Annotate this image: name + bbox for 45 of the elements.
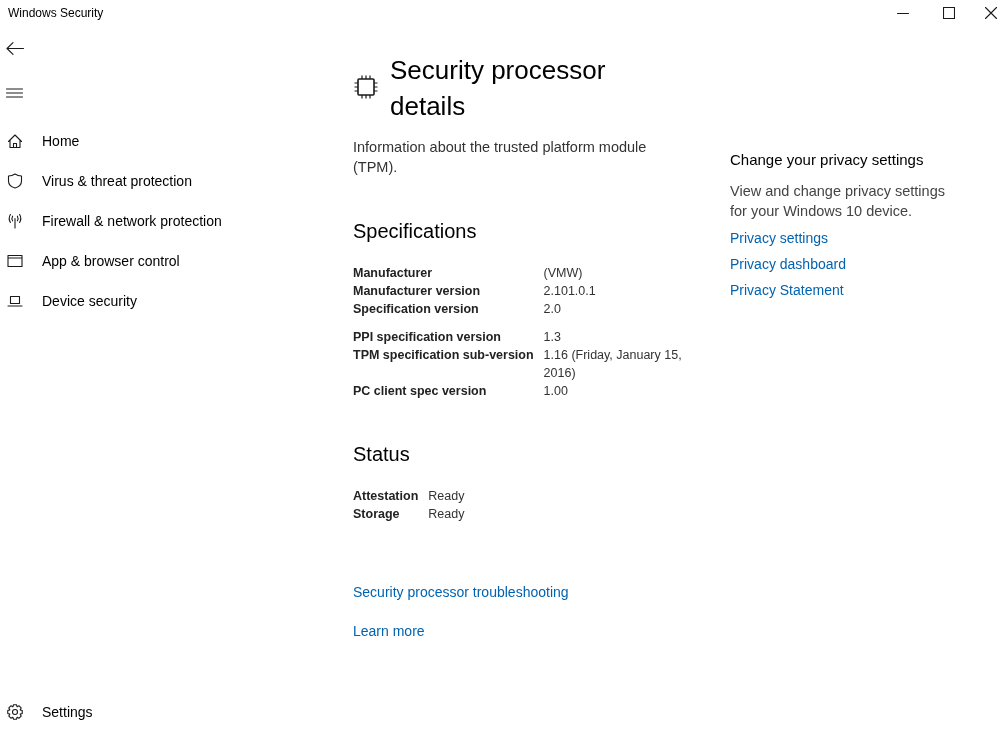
section-heading: Status <box>353 442 411 467</box>
maximize-icon <box>943 7 955 19</box>
browser-window-icon <box>7 253 23 269</box>
property-label: Specification version <box>353 301 480 318</box>
nav-item[interactable]: Virus & threat protection <box>0 161 202 201</box>
close-icon <box>985 7 997 19</box>
page-title: Security processor details <box>390 54 607 123</box>
nav-item[interactable]: Device security <box>0 281 147 321</box>
property-value: Ready <box>428 506 466 523</box>
home-icon <box>7 133 23 149</box>
link[interactable]: Privacy settings <box>730 228 829 248</box>
nav-item[interactable]: Home <box>0 121 90 161</box>
link[interactable]: Privacy Statement <box>730 280 844 300</box>
menu-icon <box>6 88 23 98</box>
property-value: 2.101.0.1 <box>543 283 597 300</box>
window-title: Windows Security <box>7 5 104 22</box>
property-value: (VMW) <box>543 265 584 282</box>
back-arrow-icon <box>6 41 24 55</box>
nav-item[interactable]: App & browser control <box>0 241 190 281</box>
settings-item[interactable]: Settings <box>0 692 103 732</box>
privacy-heading: Change your privacy settings <box>730 150 925 170</box>
property-label: Attestation <box>353 488 419 505</box>
section-heading: Specifications <box>353 219 478 244</box>
property-value: 1.00 <box>543 383 569 400</box>
shield-icon <box>7 173 23 189</box>
link[interactable]: Security processor troubleshooting <box>353 582 569 602</box>
nav-item[interactable]: Firewall & network protection <box>0 201 232 241</box>
property-label: TPM specification sub-version <box>353 347 534 364</box>
property-label: Manufacturer version <box>353 283 482 300</box>
property-label: PPI specification version <box>353 329 502 346</box>
property-value: 1.16 (Friday, January 15, 2016) <box>543 347 683 382</box>
page-description: Information about the trusted platform module (TPM). <box>353 138 648 177</box>
property-value: 1.3 <box>543 329 562 346</box>
link[interactable]: Privacy dashboard <box>730 254 846 274</box>
antenna-icon <box>7 213 23 229</box>
property-label: Manufacturer <box>353 265 434 282</box>
property-label: PC client spec version <box>353 383 488 400</box>
chip-icon <box>354 75 378 99</box>
property-value: 2.0 <box>543 301 562 318</box>
privacy-description: View and change privacy settings for your Windows 10 device. <box>730 182 946 221</box>
property-label: Storage <box>353 506 401 523</box>
gear-icon <box>7 704 23 720</box>
laptop-icon <box>7 293 23 309</box>
link[interactable]: Learn more <box>353 621 425 641</box>
property-value: Ready <box>428 488 466 505</box>
